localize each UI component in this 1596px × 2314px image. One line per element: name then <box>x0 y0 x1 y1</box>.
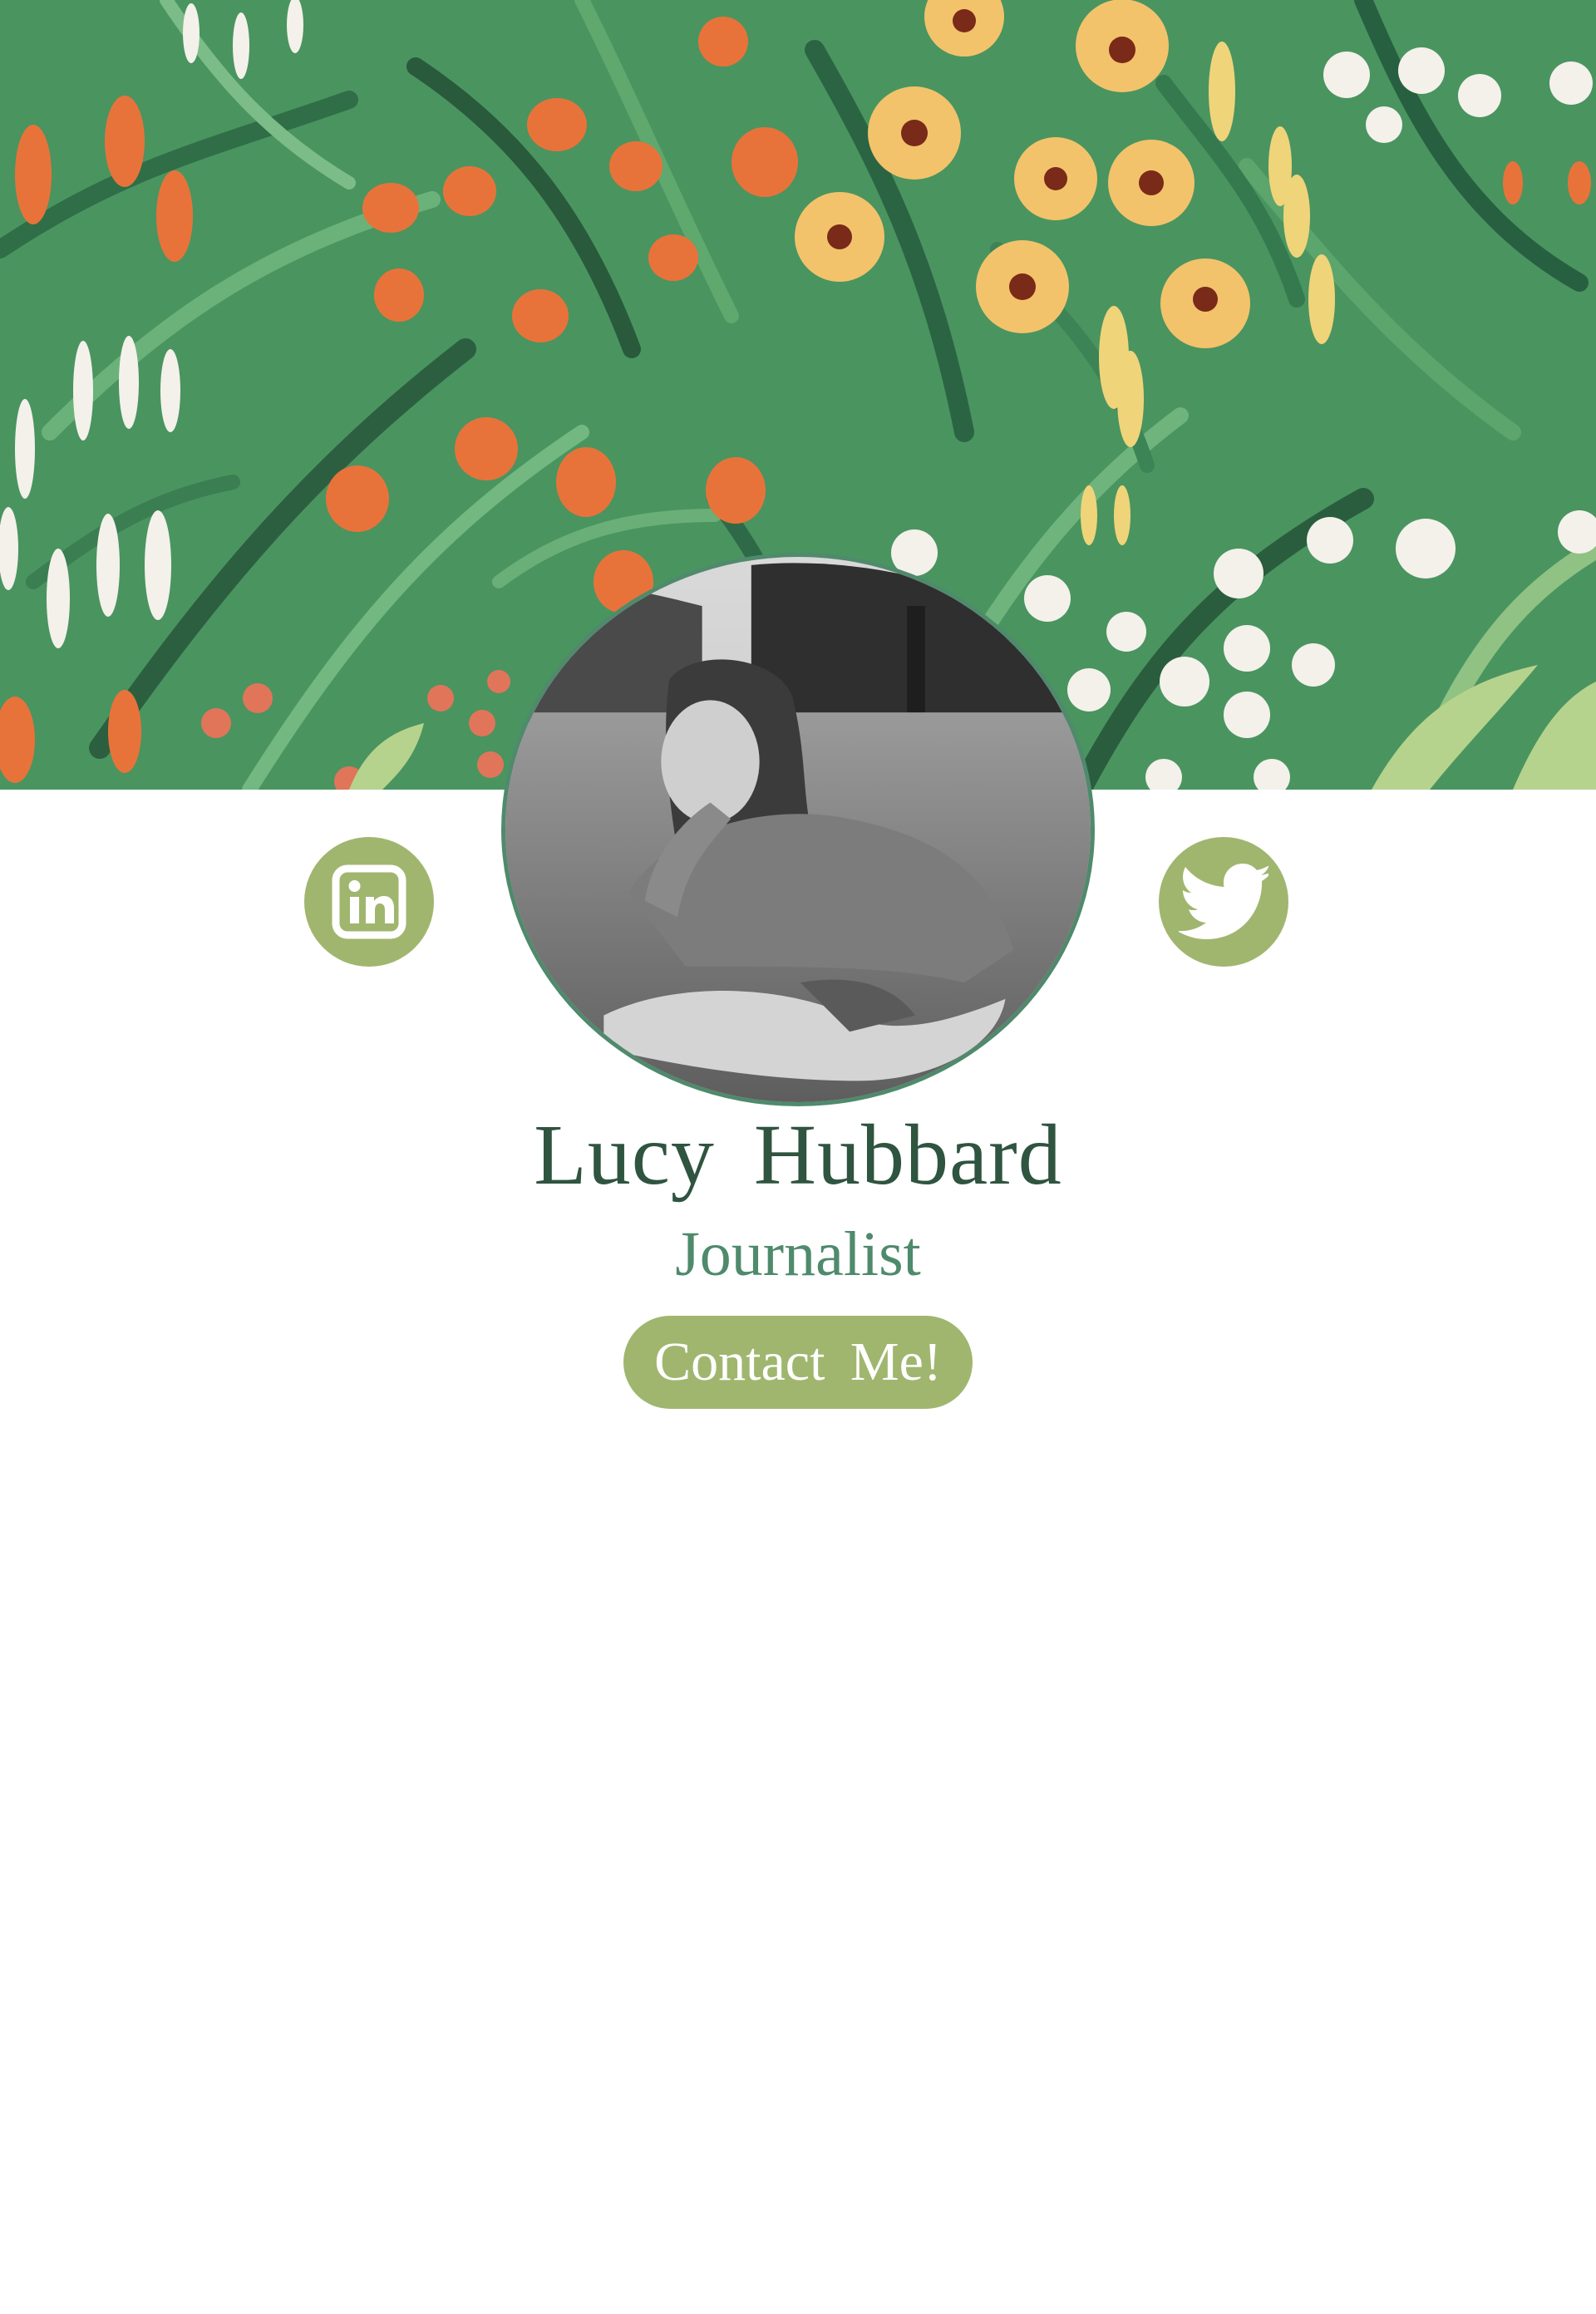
profile-photo-image <box>505 557 1091 1102</box>
linkedin-icon <box>332 864 406 939</box>
contact-me-button[interactable]: Contact Me! <box>623 1316 973 1409</box>
twitter-icon <box>1179 864 1268 939</box>
profile-photo <box>501 553 1095 1106</box>
profile-role: Journalist <box>675 1219 921 1289</box>
profile-name: Lucy Hubbard <box>534 1107 1062 1203</box>
twitter-link[interactable] <box>1159 837 1288 967</box>
linkedin-link[interactable] <box>304 837 434 967</box>
